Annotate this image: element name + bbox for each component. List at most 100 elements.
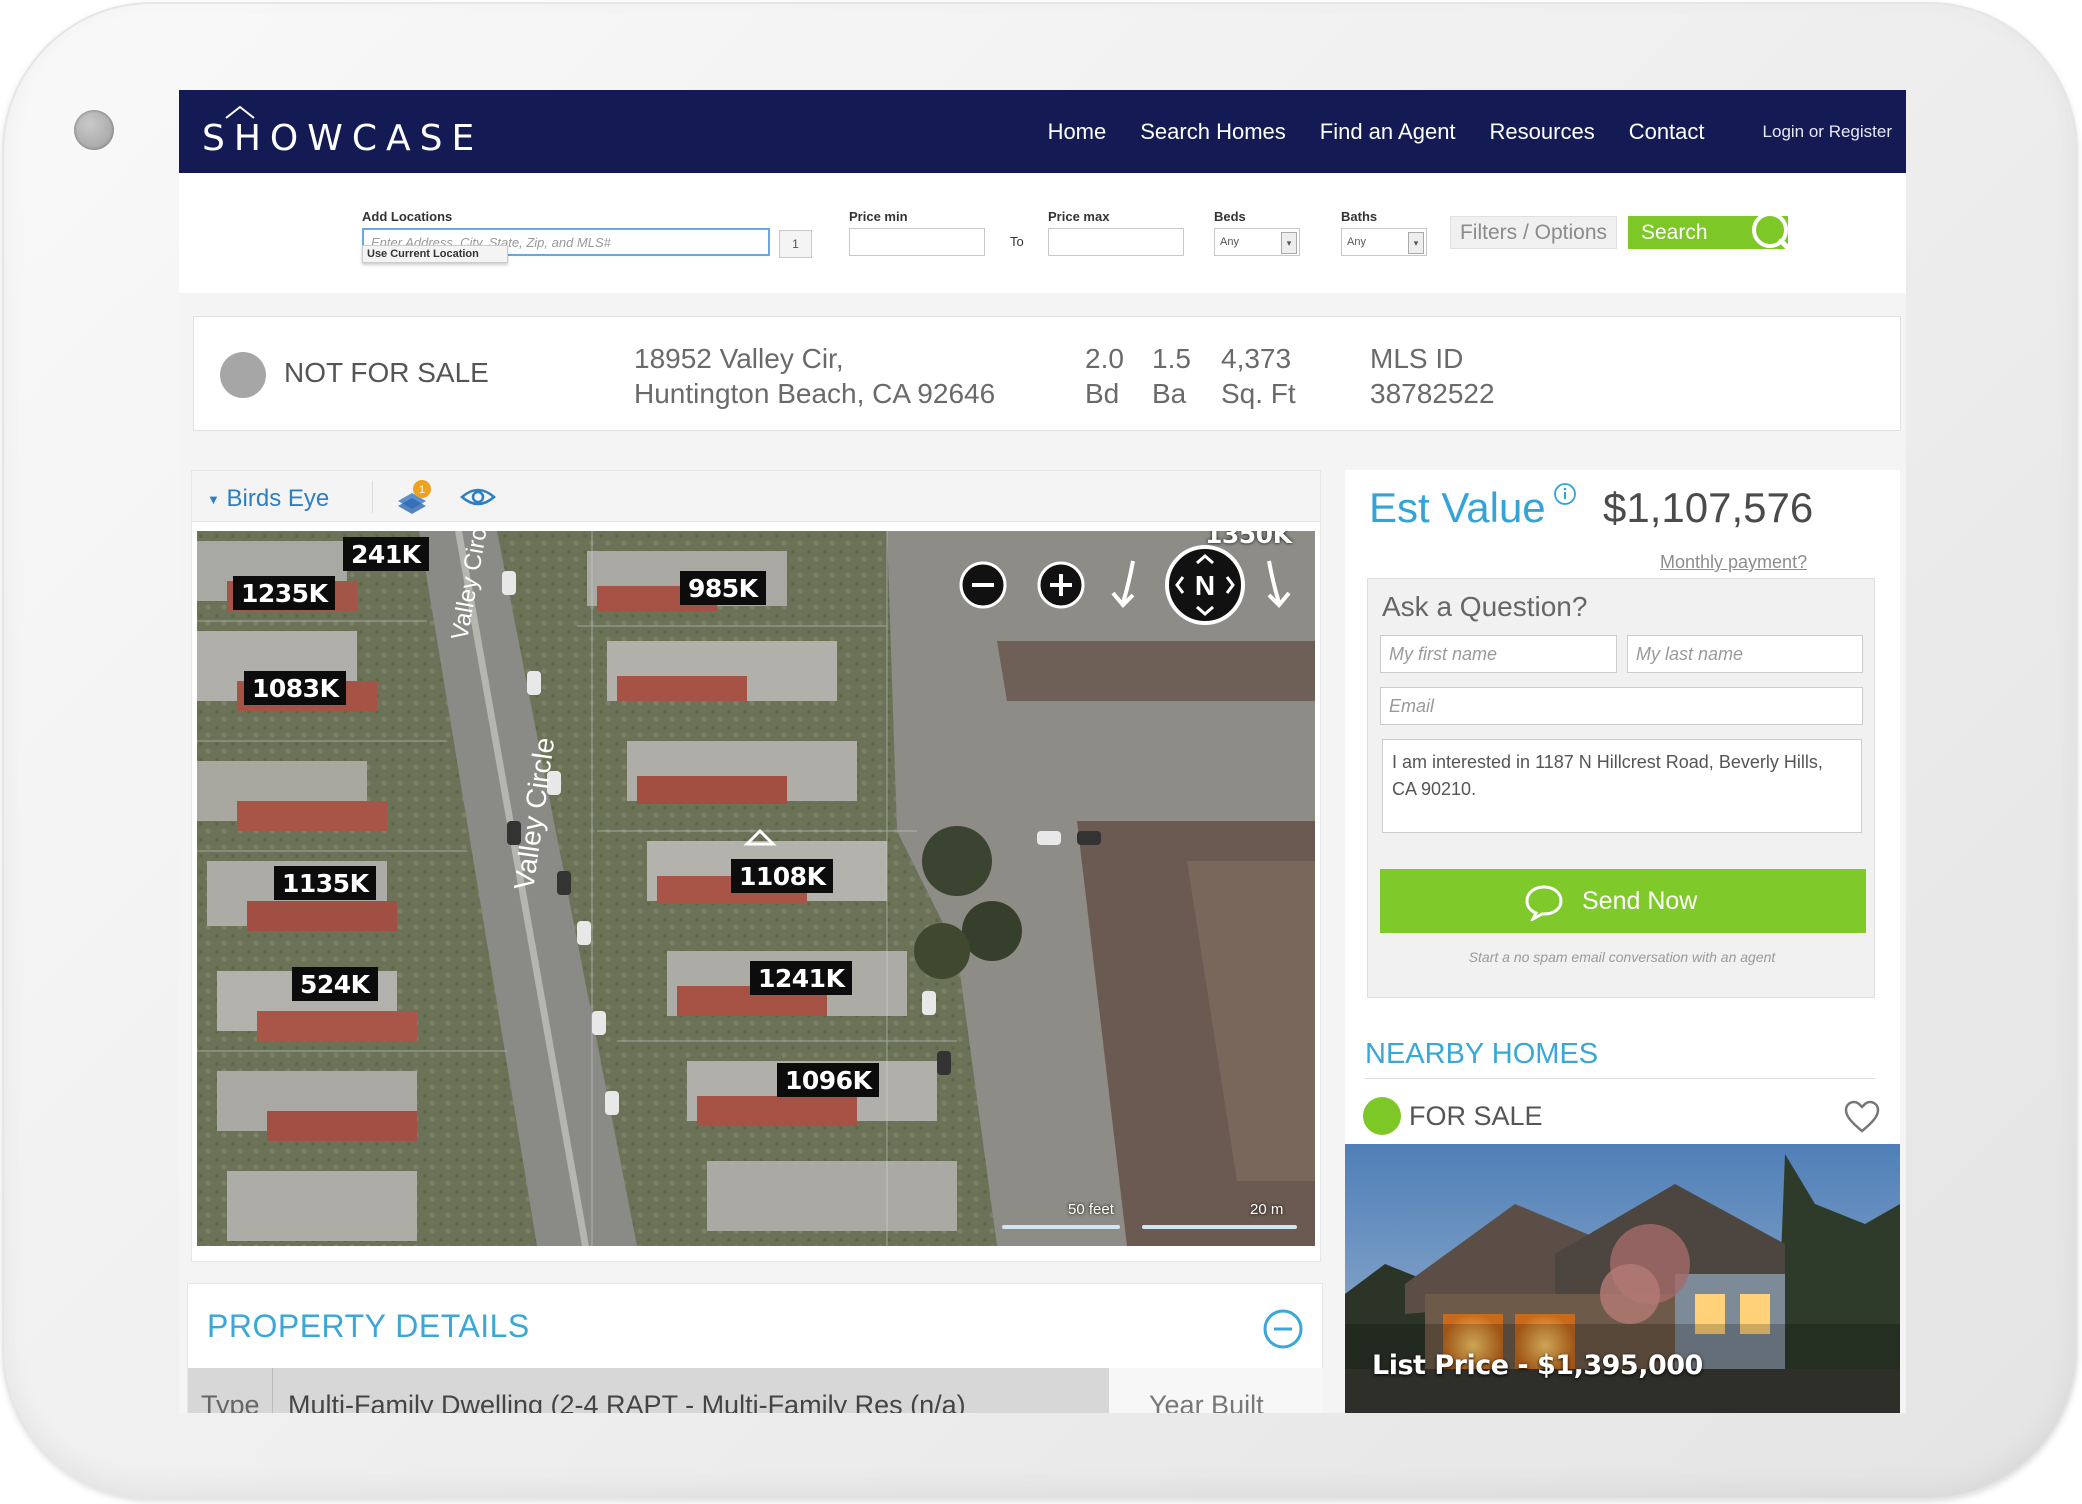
search-bar: Add Locations Enter Address, City, State… [179, 173, 1906, 293]
type-label: Type [201, 1390, 260, 1413]
beds-unit: Bd [1085, 378, 1120, 409]
message-textarea[interactable]: I am interested in 1187 N Hillcrest Road… [1382, 739, 1862, 833]
beds-label: Beds [1214, 209, 1246, 224]
map-toolbar: ▼ Birds Eye 1 [192, 471, 1320, 522]
collapse-icon[interactable] [1262, 1308, 1304, 1350]
for-sale-indicator [1363, 1097, 1401, 1135]
search-button-label: Search [1641, 221, 1708, 244]
toolbar-divider [372, 481, 373, 513]
nav-home[interactable]: Home [1048, 119, 1107, 145]
status-indicator [220, 352, 266, 398]
monthly-payment-link[interactable]: Monthly payment? [1660, 552, 1807, 573]
screen: SHOWCASE Home Search Homes Find an Agent… [179, 90, 1906, 1413]
price-label[interactable]: 1083K [244, 671, 347, 705]
address-line2: Huntington Beach, CA 92646 [634, 378, 996, 409]
zoom-in-button[interactable] [1035, 559, 1087, 611]
beds-count: 2.0 [1085, 343, 1124, 374]
price-min-input[interactable] [849, 228, 985, 256]
search-icon [1752, 212, 1795, 255]
send-now-label: Send Now [1582, 887, 1698, 915]
est-value-label: Est Value [1369, 484, 1546, 531]
listing-status: NOT FOR SALE [284, 357, 489, 388]
price-min-label: Price min [849, 209, 908, 224]
baths-value: Any [1347, 236, 1366, 248]
scale-bar-meters [1142, 1225, 1297, 1229]
zoom-out-button[interactable] [957, 559, 1009, 611]
rotate-left-arrow-icon[interactable] [1107, 557, 1147, 613]
chat-bubble-icon [1525, 885, 1563, 921]
nearby-status: FOR SALE [1409, 1101, 1543, 1131]
brand-logo[interactable]: SHOWCASE [202, 118, 483, 159]
price-max-label: Price max [1048, 209, 1110, 224]
baths-count: 1.5 [1152, 343, 1191, 374]
search-button[interactable]: Search [1628, 212, 1795, 255]
map-view-dropdown[interactable]: ▼ Birds Eye [207, 485, 329, 513]
price-label[interactable]: 1235K [233, 576, 336, 610]
location-count[interactable]: 1 [779, 230, 812, 258]
last-name-field[interactable]: My last name [1627, 635, 1863, 673]
beds-select[interactable]: Any ▾ [1214, 228, 1300, 256]
map-panel: ▼ Birds Eye 1 Valley Circle Valley Circl… [191, 470, 1321, 1262]
property-type-row: Type Multi-Family Dwelling (2-4 RAPT - M… [188, 1368, 1109, 1413]
aerial-map[interactable]: Valley Circle Valley Circle 241K 1235K 9… [197, 531, 1315, 1246]
nearby-list-price: List Price - $1,395,000 [1372, 1350, 1703, 1381]
price-label[interactable]: 1135K [274, 866, 377, 900]
price-label[interactable]: 985K [680, 571, 766, 605]
mls-stat: MLS ID 38782522 [1370, 341, 1495, 411]
send-now-button[interactable]: Send Now [1380, 869, 1866, 933]
est-value-amount: $1,107,576 [1603, 484, 1814, 531]
compass-label: N [1195, 570, 1215, 601]
to-label: To [1010, 234, 1024, 249]
type-value: Multi-Family Dwelling (2-4 RAPT - Multi-… [288, 1390, 966, 1413]
chevron-down-icon: ▾ [1408, 232, 1424, 254]
year-built-cell: Year Built [1109, 1368, 1323, 1413]
scale-meters: 20 m [1250, 1201, 1284, 1218]
property-details-panel: PROPERTY DETAILS Type Multi-Family Dwell… [187, 1283, 1323, 1413]
sqft-count: 4,373 [1221, 343, 1292, 374]
price-label[interactable]: 524K [292, 967, 378, 1001]
sidebar: Est Value $1,107,576 Monthly payment? As… [1345, 470, 1900, 1413]
listing-summary: NOT FOR SALE 18952 Valley Cir, Huntingto… [193, 316, 1901, 431]
baths-stat: 1.5 Ba [1152, 341, 1191, 411]
mls-id: 38782522 [1370, 378, 1495, 409]
locations-label: Add Locations [362, 209, 453, 224]
nearby-home-photo[interactable]: List Price - $1,395,000 [1345, 1144, 1900, 1413]
use-current-location[interactable]: Use Current Location [362, 245, 508, 263]
cell-divider [272, 1368, 273, 1413]
price-label[interactable]: 241K [343, 537, 429, 571]
send-note: Start a no spam email conversation with … [1468, 949, 1776, 965]
nav-search-homes[interactable]: Search Homes [1140, 119, 1286, 145]
caret-down-icon: ▼ [207, 492, 220, 508]
nearby-homes-title: NEARBY HOMES [1365, 1038, 1599, 1070]
property-details-title: PROPERTY DETAILS [207, 1308, 530, 1344]
scale-bar-feet [1002, 1225, 1120, 1229]
compass-icon[interactable]: N [1163, 543, 1247, 627]
main-nav: Home Search Homes Find an Agent Resource… [1014, 90, 1892, 173]
info-icon[interactable] [1553, 482, 1577, 506]
year-built-label: Year Built [1149, 1390, 1264, 1413]
beds-stat: 2.0 Bd [1085, 341, 1124, 411]
price-label[interactable]: 1096K [777, 1063, 880, 1097]
address-line1: 18952 Valley Cir, [634, 343, 844, 374]
camera-lens [74, 110, 114, 150]
sqft-unit: Sq. Ft [1221, 378, 1296, 409]
chevron-down-icon: ▾ [1281, 232, 1297, 254]
layers-icon[interactable]: 1 [394, 479, 434, 517]
price-label[interactable]: 1108K [731, 859, 834, 893]
price-max-input[interactable] [1048, 228, 1184, 256]
first-name-field[interactable]: My first name [1380, 635, 1617, 673]
rotate-right-arrow-icon[interactable] [1255, 557, 1295, 613]
login-register-link[interactable]: Login or Register [1763, 122, 1892, 142]
heart-icon[interactable] [1843, 1100, 1881, 1134]
baths-select[interactable]: Any ▾ [1341, 228, 1427, 256]
section-divider [1365, 1078, 1875, 1079]
nav-resources[interactable]: Resources [1490, 119, 1595, 145]
mls-label: MLS ID [1370, 343, 1464, 374]
nav-find-agent[interactable]: Find an Agent [1320, 119, 1456, 145]
eye-icon[interactable] [460, 485, 496, 509]
price-label[interactable]: 1241K [750, 961, 853, 995]
email-field[interactable]: Email [1380, 687, 1863, 725]
nav-contact[interactable]: Contact [1629, 119, 1705, 145]
filters-options-button[interactable]: Filters / Options [1450, 216, 1617, 249]
baths-unit: Ba [1152, 378, 1187, 409]
